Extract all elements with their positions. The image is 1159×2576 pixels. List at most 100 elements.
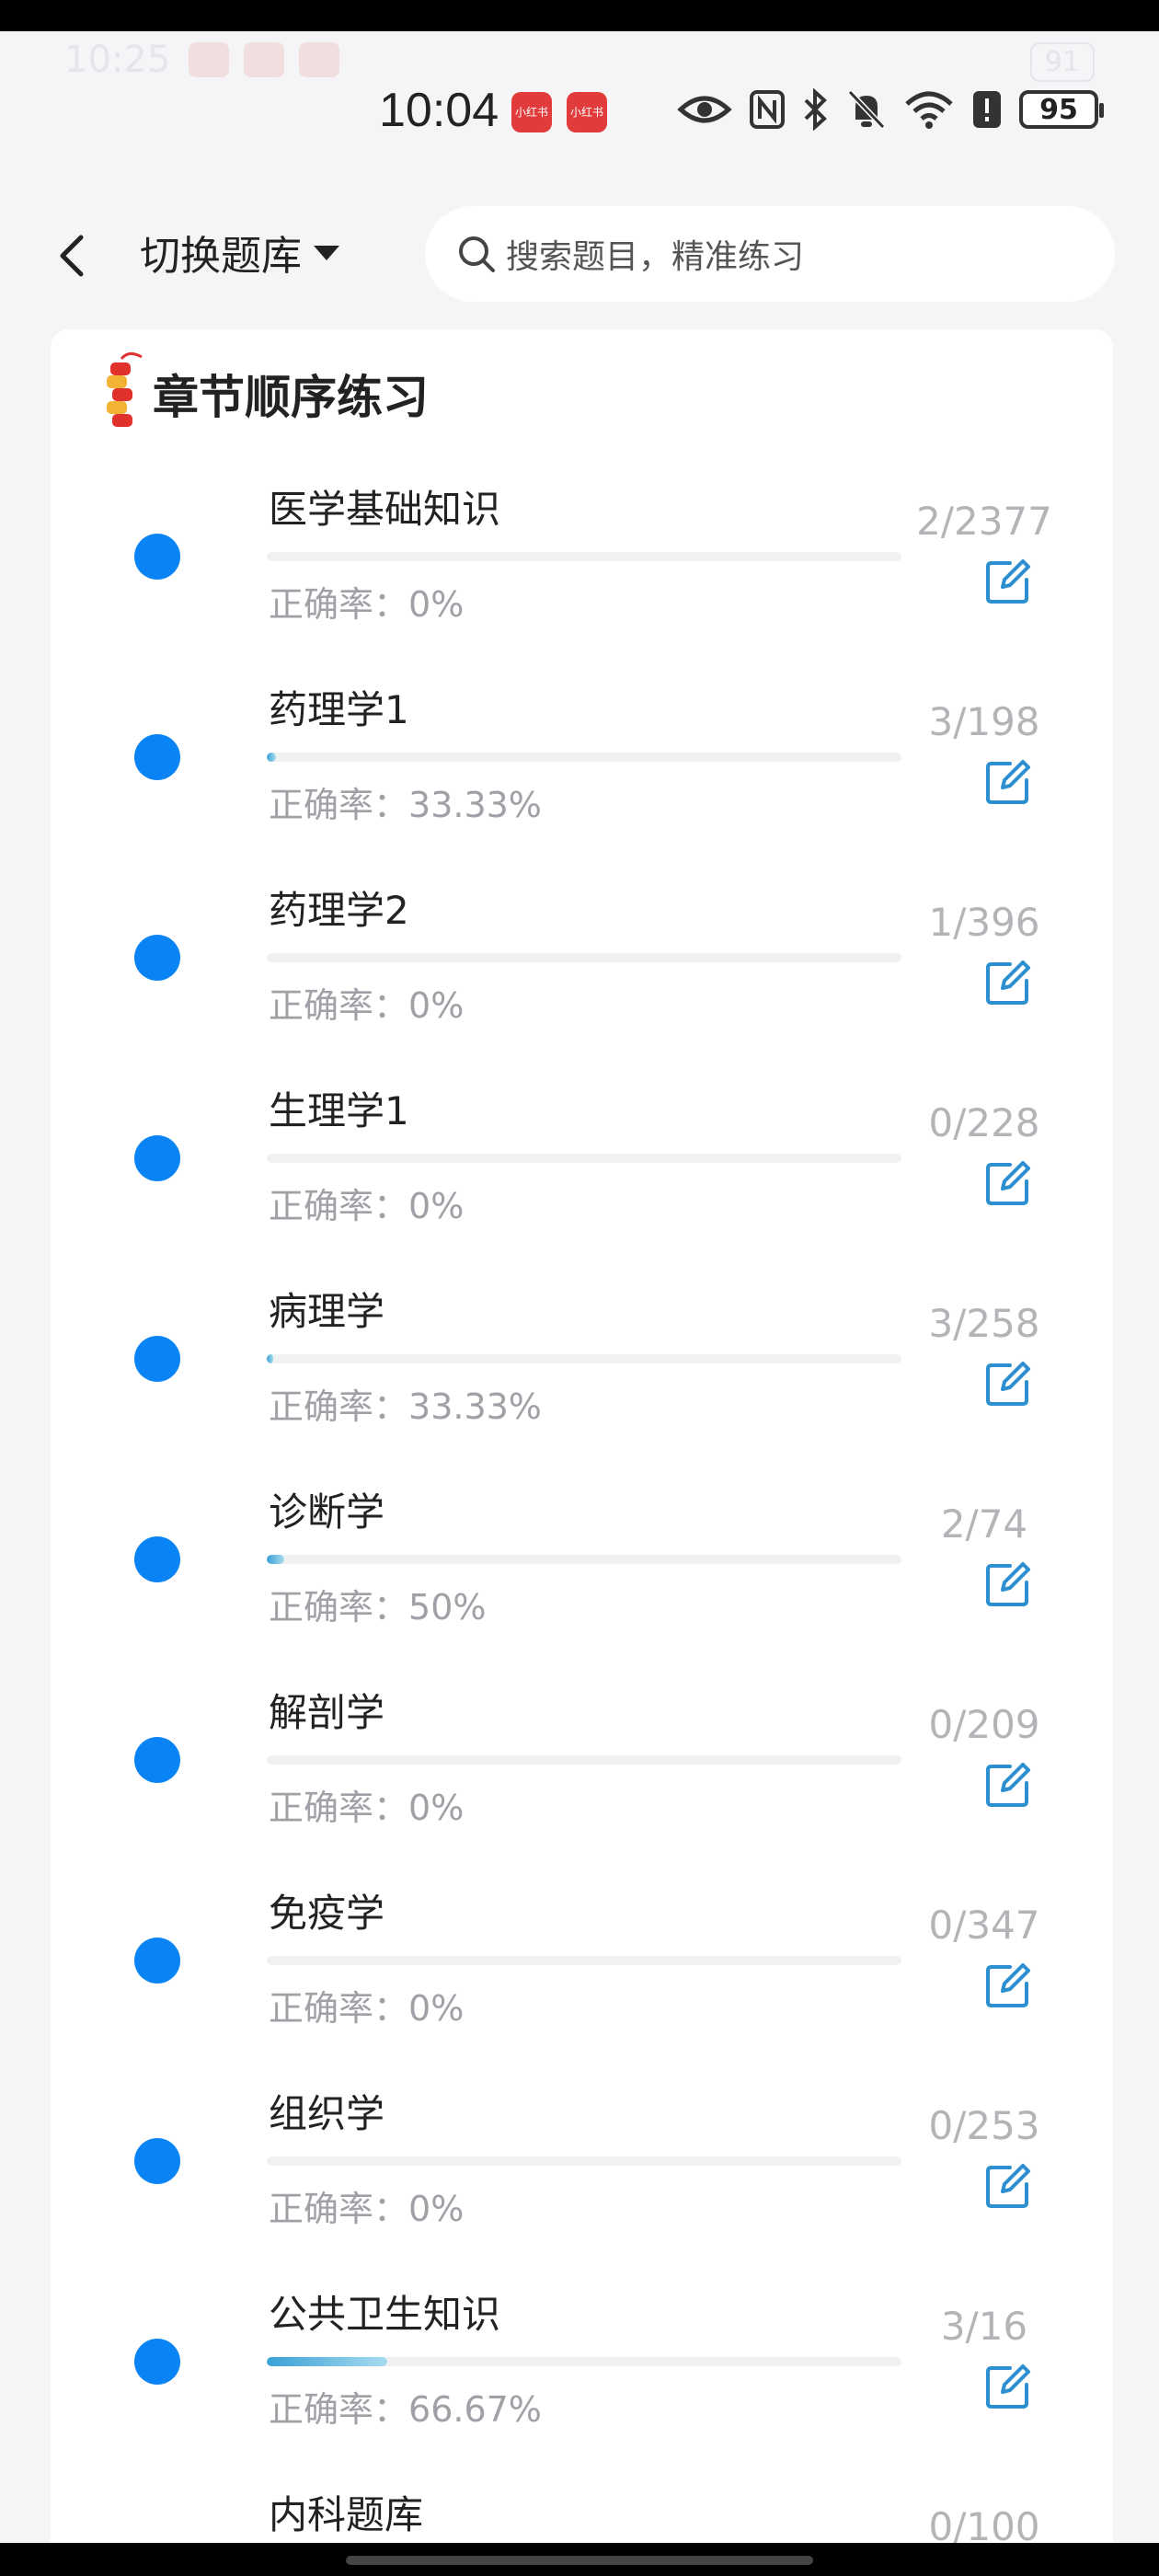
battery-icon: 95	[1019, 90, 1104, 129]
accuracy-prefix: 正确率：	[269, 785, 409, 825]
accuracy-prefix: 正确率：	[269, 1988, 409, 2029]
chapter-item[interactable]: 药理学2 正确率：0% 1/396	[0, 861, 1159, 1062]
chapter-accuracy: 正确率：50%	[269, 1579, 486, 1629]
chapter-dot	[134, 734, 180, 780]
chapter-accuracy: 正确率：33.33%	[269, 776, 542, 827]
chapter-progress	[267, 753, 901, 762]
switch-question-bank-button[interactable]: 切换题库	[140, 223, 342, 282]
eye-icon	[677, 96, 732, 123]
status-bar: 10:04 小红书 小红书 95	[0, 83, 1159, 147]
chapter-accuracy: 正确率：0%	[269, 977, 464, 1028]
chapter-name: 医学基础知识	[269, 487, 501, 532]
edit-icon[interactable]	[982, 756, 1034, 808]
chapter-dot	[134, 1737, 180, 1783]
bluetooth-icon	[804, 88, 827, 131]
chapter-item[interactable]: 诊断学 正确率：50% 2/74	[0, 1463, 1159, 1663]
section-title: 章节顺序练习	[153, 371, 429, 424]
chapter-item[interactable]: 公共卫生知识 正确率：66.67% 3/16	[0, 2265, 1159, 2466]
chapter-name: 公共卫生知识	[269, 2292, 501, 2337]
chapter-progress	[267, 1354, 901, 1363]
chapter-accuracy: 正确率：66.67%	[269, 2381, 542, 2432]
nav-bar: 切换题库 搜索题目，精准练习	[0, 195, 1159, 315]
chapter-accuracy: 正确率：33.33%	[269, 1378, 542, 1429]
caret-down-icon	[314, 246, 339, 260]
chapter-progress	[267, 1154, 901, 1163]
search-icon	[459, 236, 495, 272]
edit-icon[interactable]	[982, 1358, 1034, 1409]
home-indicator[interactable]	[346, 2556, 813, 2565]
ghost-battery: 91	[1029, 42, 1095, 82]
progress-fill	[267, 753, 277, 762]
accuracy-prefix: 正确率：	[269, 584, 409, 625]
accuracy-value: 0%	[408, 2189, 465, 2229]
accuracy-value: 0%	[408, 985, 465, 1026]
accuracy-value: 0%	[408, 584, 465, 625]
ghost-app-icon	[244, 42, 284, 77]
edit-icon[interactable]	[982, 2160, 1034, 2212]
chapter-item[interactable]: 医学基础知识 正确率：0% 2/2377	[0, 460, 1159, 661]
chapter-name: 药理学1	[269, 687, 409, 732]
edit-icon[interactable]	[982, 2361, 1034, 2412]
chapter-accuracy: 正确率：0%	[269, 2180, 464, 2231]
ghost-app-icons	[189, 42, 339, 77]
chapter-count: 2/2377	[916, 499, 1052, 544]
chapter-count: 0/228	[928, 1100, 1040, 1145]
chapter-item[interactable]: 组织学 正确率：0% 0/253	[0, 2064, 1159, 2265]
chapter-count: 1/396	[928, 900, 1040, 945]
edit-icon[interactable]	[982, 556, 1034, 607]
edit-icon[interactable]	[982, 1960, 1034, 2011]
section-header: 章节顺序练习	[101, 350, 429, 438]
accuracy-prefix: 正确率：	[269, 1788, 409, 1828]
chapter-item[interactable]: 免疫学 正确率：0% 0/347	[0, 1864, 1159, 2064]
bell-off-icon	[847, 89, 886, 130]
status-icons: 95	[677, 88, 1104, 131]
accuracy-value: 33.33%	[408, 1386, 542, 1427]
ghost-app-icon	[189, 42, 229, 77]
accuracy-prefix: 正确率：	[269, 1186, 409, 1226]
chapter-progress	[267, 2357, 901, 2366]
ghost-time: 10:25	[64, 39, 171, 81]
edit-icon[interactable]	[982, 1759, 1034, 1811]
chapter-item[interactable]: 内科题库 0/100	[0, 2466, 1159, 2543]
chapter-name: 免疫学	[269, 1891, 385, 1936]
accuracy-value: 66.67%	[408, 2389, 542, 2430]
alert-badge-icon	[973, 91, 1001, 128]
firecracker-icon	[107, 352, 143, 427]
edit-icon[interactable]	[982, 957, 1034, 1008]
chapter-dot	[134, 1336, 180, 1382]
chapter-dot	[134, 1536, 180, 1582]
accuracy-prefix: 正确率：	[269, 1587, 409, 1627]
chapter-count: 3/16	[940, 2304, 1028, 2349]
chapter-item[interactable]: 药理学1 正确率：33.33% 3/198	[0, 661, 1159, 861]
accuracy-prefix: 正确率：	[269, 985, 409, 1026]
chapter-progress	[267, 2156, 901, 2166]
edit-icon[interactable]	[982, 1157, 1034, 1209]
edit-icon[interactable]	[982, 1558, 1034, 1610]
chapter-item[interactable]: 解剖学 正确率：0% 0/209	[0, 1663, 1159, 1864]
chapter-count: 0/209	[928, 1702, 1040, 1747]
progress-fill	[267, 1555, 284, 1564]
chapter-dot	[134, 1938, 180, 1984]
chapter-name: 内科题库	[269, 2492, 424, 2537]
xiaohongshu-app-icon: 小红书	[567, 92, 607, 132]
ghost-app-icon	[299, 42, 339, 77]
chapter-name: 生理学1	[269, 1088, 409, 1133]
system-home-bar	[0, 2543, 1159, 2576]
chapter-dot	[134, 935, 180, 981]
battery-level: 95	[1039, 93, 1078, 126]
chapter-progress	[267, 552, 901, 561]
chapter-progress	[267, 1755, 901, 1765]
status-time: 10:04	[379, 84, 499, 137]
chapter-item[interactable]: 病理学 正确率：33.33% 3/258	[0, 1262, 1159, 1463]
chapter-dot	[134, 2138, 180, 2184]
chapter-progress	[267, 1555, 901, 1564]
accuracy-value: 50%	[408, 1587, 487, 1627]
back-arrow-icon[interactable]	[46, 228, 101, 283]
search-input[interactable]: 搜索题目，精准练习	[425, 206, 1115, 302]
chapter-name: 病理学	[269, 1289, 385, 1334]
accuracy-value: 0%	[408, 1988, 465, 2029]
progress-fill	[267, 1354, 273, 1363]
chapter-name: 组织学	[269, 2091, 385, 2136]
accuracy-value: 33.33%	[408, 785, 542, 825]
chapter-item[interactable]: 生理学1 正确率：0% 0/228	[0, 1062, 1159, 1262]
